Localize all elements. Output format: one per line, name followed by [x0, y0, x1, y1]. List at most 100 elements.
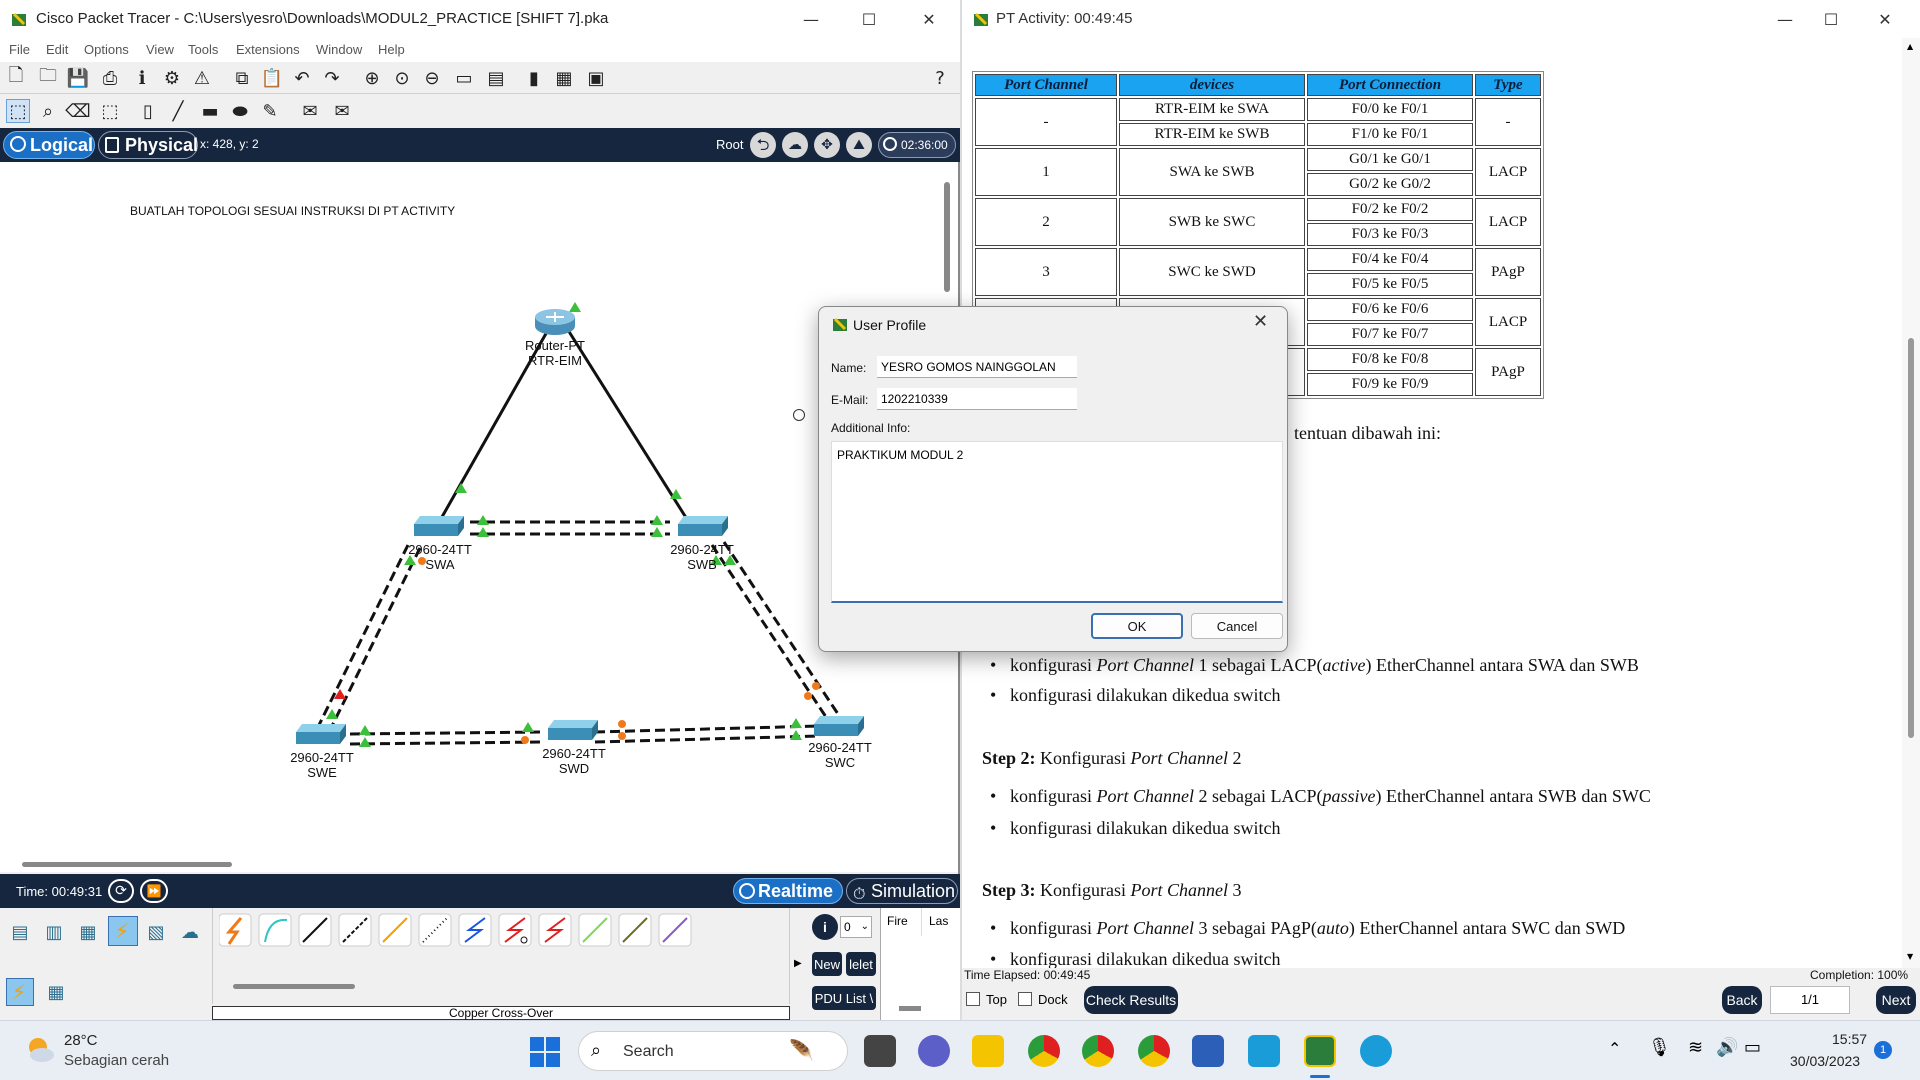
- zoom-reset-icon[interactable]: ⊙: [390, 66, 414, 90]
- cable-auto-icon[interactable]: [219, 913, 252, 947]
- structured-cabling-icon[interactable]: ▦: [44, 980, 68, 1004]
- draw-ellipse-icon[interactable]: ⬬: [228, 99, 252, 123]
- place-note-icon[interactable]: ▯: [136, 99, 160, 123]
- zoom-out-icon[interactable]: ⊖: [420, 66, 444, 90]
- activity-close-button[interactable]: ✕: [1862, 0, 1908, 38]
- link-swe-swd-2[interactable]: [349, 740, 546, 746]
- name-field[interactable]: [877, 356, 1077, 378]
- task-view-icon[interactable]: [864, 1035, 896, 1067]
- email-field[interactable]: [877, 388, 1077, 410]
- scroll-thumb[interactable]: [1908, 338, 1914, 738]
- dock-checkbox[interactable]: [1018, 992, 1032, 1006]
- cable-octal-icon[interactable]: [578, 913, 612, 947]
- notepad-icon[interactable]: [1248, 1035, 1280, 1067]
- menu-edit[interactable]: Edit: [46, 42, 68, 57]
- undo-icon[interactable]: ↶: [290, 66, 314, 90]
- draw-line-icon[interactable]: ╱: [166, 99, 190, 123]
- vertical-scrollbar[interactable]: [944, 182, 950, 292]
- connections-category-icon[interactable]: ⚡: [108, 916, 138, 946]
- taskbar-search-box[interactable]: ⌕ Search 🪶: [578, 1031, 848, 1071]
- expand-arrow-icon[interactable]: ▶: [794, 958, 802, 969]
- dialog-close-icon[interactable]: ✕: [1253, 311, 1268, 332]
- notification-badge[interactable]: 1: [1874, 1041, 1892, 1059]
- activity-minimize-button[interactable]: —: [1762, 0, 1808, 38]
- chat-icon[interactable]: [918, 1035, 950, 1067]
- cable-phone-icon[interactable]: [418, 913, 452, 947]
- cluster-icon[interactable]: ☁: [782, 132, 808, 158]
- check-results-button[interactable]: Check Results: [1084, 986, 1178, 1014]
- background-image-icon[interactable]: ⛰: [846, 132, 872, 158]
- multiuser-icon[interactable]: ☁: [178, 920, 202, 944]
- top-checkbox[interactable]: [966, 992, 980, 1006]
- menu-view[interactable]: View: [146, 42, 174, 57]
- cable-iot-icon[interactable]: [618, 913, 652, 947]
- draw-rectangle-icon[interactable]: ▬: [198, 99, 222, 123]
- chrome-icon[interactable]: [1028, 1035, 1060, 1067]
- cable-coaxial-icon[interactable]: [458, 913, 492, 947]
- chrome-alt-icon[interactable]: [1138, 1035, 1170, 1067]
- cable-usb-icon[interactable]: [658, 913, 692, 947]
- switch-swd-icon[interactable]: [548, 720, 598, 742]
- menu-options[interactable]: Options: [84, 42, 129, 57]
- drawing-palette-icon[interactable]: ▭: [452, 66, 476, 90]
- minimize-button[interactable]: —: [788, 0, 834, 38]
- scroll-up-icon[interactable]: ▲: [1907, 42, 1913, 51]
- network-devices-icon[interactable]: ▤: [8, 920, 32, 944]
- misc-icon[interactable]: ▧: [144, 920, 168, 944]
- menu-file[interactable]: File: [9, 42, 30, 57]
- menu-extensions[interactable]: Extensions: [236, 42, 300, 57]
- info-icon[interactable]: ℹ: [130, 66, 154, 90]
- taskbar-time[interactable]: 15:57: [1832, 1031, 1867, 1047]
- components-icon[interactable]: ▦: [76, 920, 100, 944]
- inspect-icon[interactable]: ⌕: [36, 99, 60, 123]
- delete-icon[interactable]: ⌫: [65, 99, 90, 123]
- taskbar-date[interactable]: 30/03/2023: [1790, 1053, 1860, 1069]
- scroll-down-icon[interactable]: ▼: [1907, 952, 1913, 961]
- battery-icon[interactable]: ▭: [1744, 1037, 1761, 1058]
- zoom-in-icon[interactable]: ⊕: [360, 66, 384, 90]
- horizontal-scrollbar[interactable]: [22, 862, 232, 867]
- new-scenario-button[interactable]: New: [812, 952, 842, 976]
- fast-forward-icon[interactable]: ⏩: [140, 879, 168, 903]
- wizard-icon[interactable]: ⚙: [160, 66, 184, 90]
- back-arrow-icon[interactable]: ⮌: [750, 132, 776, 158]
- microphone-icon[interactable]: 🎙: [1648, 1037, 1671, 1058]
- menu-help[interactable]: Help: [378, 42, 405, 57]
- select-icon[interactable]: ⬚: [6, 99, 30, 123]
- switch-swa-icon[interactable]: [414, 516, 464, 538]
- cable-serial-dte-icon[interactable]: [538, 913, 572, 947]
- ok-button[interactable]: OK: [1091, 613, 1183, 639]
- delete-scenario-button[interactable]: lelet: [846, 952, 876, 976]
- chevron-up-icon[interactable]: ⌃: [1608, 1039, 1621, 1058]
- connections-subcategory-icon[interactable]: ⚡: [6, 978, 34, 1006]
- switch-swe-icon[interactable]: [296, 724, 346, 746]
- switch-swb-icon[interactable]: [678, 516, 728, 538]
- back-button[interactable]: Back: [1722, 986, 1762, 1014]
- end-devices-icon[interactable]: ▥: [42, 920, 66, 944]
- simulation-mode-button[interactable]: ⏱ Simulation: [846, 878, 958, 904]
- weather-widget[interactable]: [22, 1033, 56, 1067]
- file-explorer-icon[interactable]: [972, 1035, 1004, 1067]
- move-object-icon[interactable]: ✥: [814, 132, 840, 158]
- network-info-icon[interactable]: ▦: [552, 66, 576, 90]
- cancel-button[interactable]: Cancel: [1191, 613, 1283, 639]
- open-folder-icon[interactable]: 🗀: [36, 65, 60, 90]
- link-swe-swd-1[interactable]: [349, 730, 546, 736]
- packet-tracer-alt-icon[interactable]: [1360, 1035, 1392, 1067]
- screenshot-icon[interactable]: ▣: [584, 66, 608, 90]
- scenario-select[interactable]: 0 ⌄: [840, 916, 872, 938]
- save-icon[interactable]: 💾: [66, 66, 90, 90]
- switch-swc-icon[interactable]: [814, 716, 864, 738]
- realtime-mode-button[interactable]: Realtime: [733, 878, 843, 904]
- freeform-icon[interactable]: ✎: [258, 99, 282, 123]
- link-swa-swe-2[interactable]: [328, 547, 422, 731]
- menu-tools[interactable]: Tools: [188, 42, 218, 57]
- power-cycle-icon[interactable]: ⟳: [108, 879, 134, 903]
- print-icon[interactable]: ⎙: [98, 66, 122, 90]
- add-simple-pdu-icon[interactable]: ✉: [298, 99, 322, 123]
- link-swd-swc-2[interactable]: [594, 734, 821, 744]
- paste-icon[interactable]: 📋: [260, 66, 284, 90]
- custom-device-icon[interactable]: ▤: [484, 66, 508, 90]
- link-swd-swc-1[interactable]: [594, 724, 821, 734]
- viewport-icon[interactable]: ▮: [522, 66, 546, 90]
